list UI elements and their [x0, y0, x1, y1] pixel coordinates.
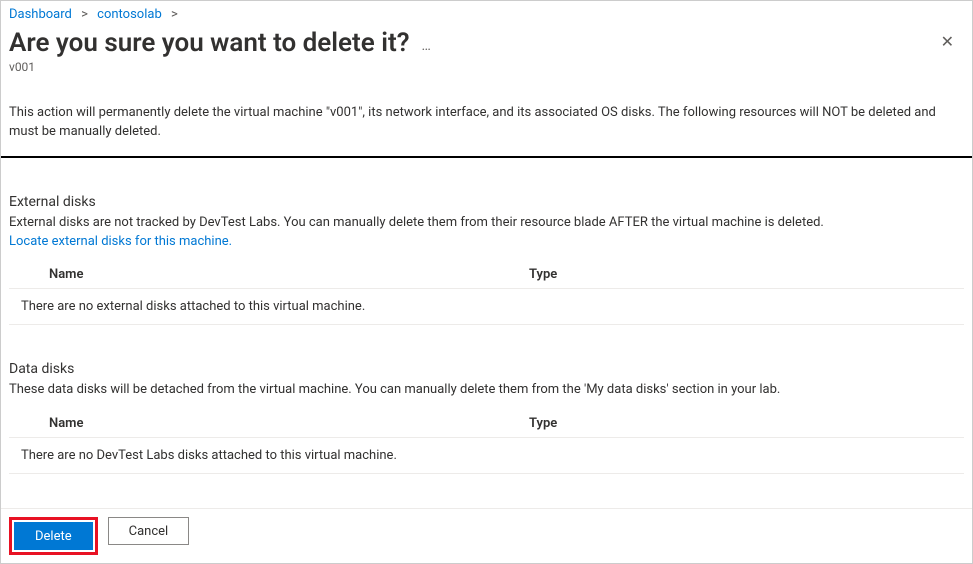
data-disks-desc: These data disks will be detached from t… — [9, 381, 964, 400]
divider — [1, 156, 972, 158]
breadcrumb: Dashboard > contosolab > — [9, 7, 964, 22]
chevron-right-icon: > — [171, 7, 178, 22]
chevron-right-icon: > — [81, 7, 88, 22]
external-disks-title: External disks — [9, 194, 964, 210]
page-title: Are you sure you want to delete it? — [9, 28, 410, 58]
delete-highlight: Delete — [9, 517, 98, 555]
column-name: Name — [49, 416, 529, 431]
external-disks-empty: There are no external disks attached to … — [9, 289, 964, 325]
breadcrumb-lab[interactable]: contosolab — [97, 7, 162, 22]
more-icon[interactable]: … — [422, 38, 432, 54]
cancel-button[interactable]: Cancel — [108, 517, 190, 545]
page-subtitle: v001 — [9, 60, 964, 74]
data-disks-section: Data disks These data disks will be deta… — [9, 361, 964, 474]
data-disks-title: Data disks — [9, 361, 964, 377]
external-disks-section: External disks External disks are not tr… — [9, 194, 964, 326]
breadcrumb-dashboard[interactable]: Dashboard — [9, 7, 72, 22]
footer: Delete Cancel — [1, 508, 972, 563]
warning-text: This action will permanently delete the … — [9, 104, 964, 142]
close-icon[interactable]: ✕ — [931, 28, 964, 56]
external-disks-table: Name Type There are no external disks at… — [9, 261, 964, 325]
locate-external-disks-link[interactable]: Locate external disks for this machine. — [9, 234, 232, 249]
column-type: Type — [529, 267, 964, 282]
data-disks-empty: There are no DevTest Labs disks attached… — [9, 438, 964, 474]
data-disks-table: Name Type There are no DevTest Labs disk… — [9, 410, 964, 474]
column-name: Name — [49, 267, 529, 282]
column-type: Type — [529, 416, 964, 431]
external-disks-desc: External disks are not tracked by DevTes… — [9, 215, 824, 230]
delete-button[interactable]: Delete — [14, 522, 93, 550]
